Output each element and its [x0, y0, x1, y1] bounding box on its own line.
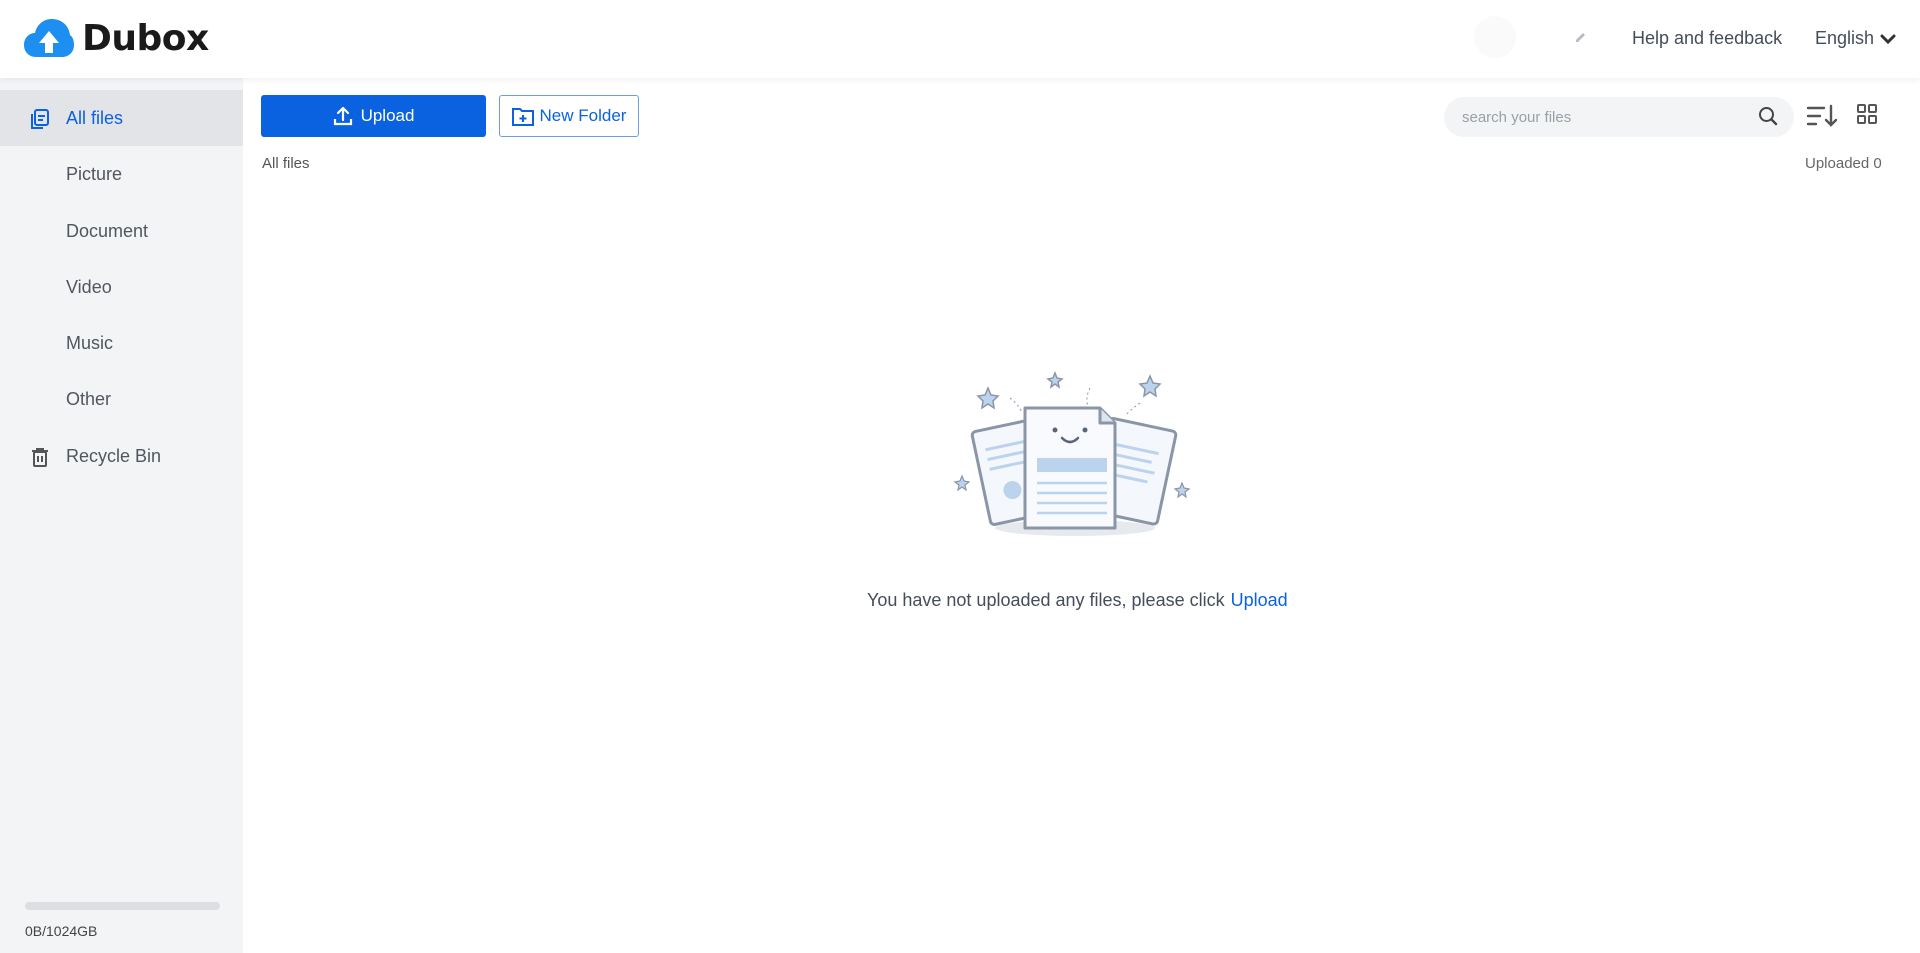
files-icon: [31, 109, 49, 129]
logo[interactable]: Dubox: [24, 17, 209, 59]
edit-icon[interactable]: [1574, 30, 1588, 44]
upload-button-label: Upload: [360, 106, 415, 125]
add-folder-icon: [511, 108, 534, 126]
top-header: Dubox Help and feedback English: [0, 0, 1920, 78]
sidebar-item-label: Document: [66, 220, 149, 241]
sidebar-item-label: Music: [66, 332, 114, 353]
sidebar-item-all-files[interactable]: All files: [0, 90, 243, 146]
sidebar: All files Picture Document Video Music O…: [0, 78, 243, 953]
language-selector[interactable]: English: [1815, 28, 1896, 49]
breadcrumb[interactable]: All files: [262, 155, 310, 172]
grid-view-icon[interactable]: [1856, 103, 1878, 125]
upload-button[interactable]: Upload: [261, 95, 486, 137]
search-box: [1444, 97, 1794, 137]
sort-icon[interactable]: [1806, 102, 1838, 130]
sidebar-item-video[interactable]: Video: [0, 259, 243, 315]
cloud-upload-logo-icon: [24, 19, 74, 57]
sidebar-item-picture[interactable]: Picture: [0, 146, 243, 202]
help-feedback-link[interactable]: Help and feedback: [1632, 28, 1782, 49]
search-input[interactable]: [1462, 97, 1752, 137]
upload-icon: [333, 106, 352, 126]
sidebar-item-label: All files: [66, 107, 124, 128]
logo-text: Dubox: [82, 17, 209, 59]
sidebar-item-label: Recycle Bin: [66, 445, 162, 466]
trash-icon: [32, 448, 48, 467]
sidebar-item-label: Picture: [66, 163, 123, 184]
avatar[interactable]: [1474, 16, 1516, 58]
sidebar-item-document[interactable]: Document: [0, 203, 243, 259]
empty-state-text: You have not uploaded any files, please …: [867, 590, 1225, 610]
sidebar-item-label: Video: [66, 276, 112, 297]
storage-usage-text: 0B/1024GB: [25, 923, 98, 939]
empty-state-upload-link[interactable]: Upload: [1231, 590, 1288, 610]
uploaded-count: Uploaded 0: [1805, 155, 1882, 172]
empty-files-illustration: [953, 370, 1191, 536]
storage-usage-bar: [25, 902, 220, 910]
sidebar-item-recycle-bin[interactable]: Recycle Bin: [0, 428, 243, 484]
new-folder-label: New Folder: [539, 106, 627, 125]
search-icon[interactable]: [1757, 105, 1779, 127]
sidebar-item-label: Other: [66, 388, 112, 409]
sidebar-item-other[interactable]: Other: [0, 371, 243, 427]
new-folder-button[interactable]: New Folder: [499, 95, 639, 137]
sidebar-item-music[interactable]: Music: [0, 315, 243, 371]
language-label: English: [1815, 28, 1875, 48]
chevron-down-icon: [1880, 34, 1896, 44]
empty-state-message: You have not uploaded any files, please …: [867, 590, 1288, 611]
